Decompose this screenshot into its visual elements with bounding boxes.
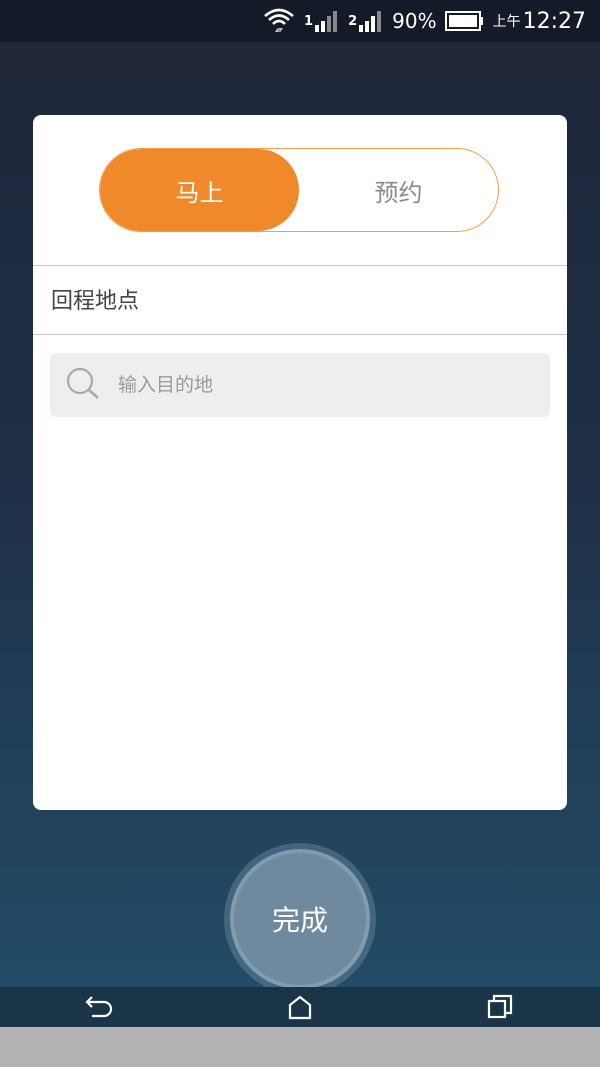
wifi-icon [262, 5, 296, 37]
sim2-signal: 2 [348, 9, 384, 33]
time-prefix: 上午 [492, 14, 521, 30]
back-button[interactable] [70, 987, 130, 1027]
bottom-bar [0, 1027, 600, 1067]
status-bar: 1 2 90% 上午 12:27 [0, 0, 600, 42]
search-box[interactable] [50, 353, 550, 417]
trip-card: 马上 预约 回程地点 [33, 115, 567, 810]
signal-icon [359, 11, 382, 32]
recents-icon [487, 994, 513, 1019]
destination-search-input[interactable] [116, 373, 500, 397]
home-button[interactable] [270, 987, 330, 1027]
signal-icon [315, 11, 338, 32]
sim1-signal: 1 [304, 9, 340, 33]
done-button[interactable]: 完成 [234, 853, 366, 985]
divider [33, 265, 567, 266]
toggle-reserve-button[interactable]: 预约 [299, 149, 498, 231]
back-icon [85, 996, 113, 1018]
action-bar [0, 42, 600, 80]
navigation-bar [0, 987, 600, 1027]
sim2-label: 2 [348, 13, 358, 29]
home-icon [288, 995, 312, 1020]
time-text: 12:27 [522, 8, 586, 34]
search-icon [64, 366, 102, 404]
clock: 上午 12:27 [493, 9, 586, 34]
section-label-return-location: 回程地点 [51, 289, 140, 314]
sim1-label: 1 [304, 13, 314, 29]
recents-button[interactable] [470, 987, 530, 1027]
toggle-now-button[interactable]: 马上 [100, 149, 299, 231]
battery-icon [444, 10, 485, 32]
done-button-halo: 完成 [224, 843, 376, 995]
battery-percent: 90% [392, 9, 437, 33]
divider [33, 334, 567, 335]
time-mode-toggle: 马上 预约 [99, 148, 499, 232]
